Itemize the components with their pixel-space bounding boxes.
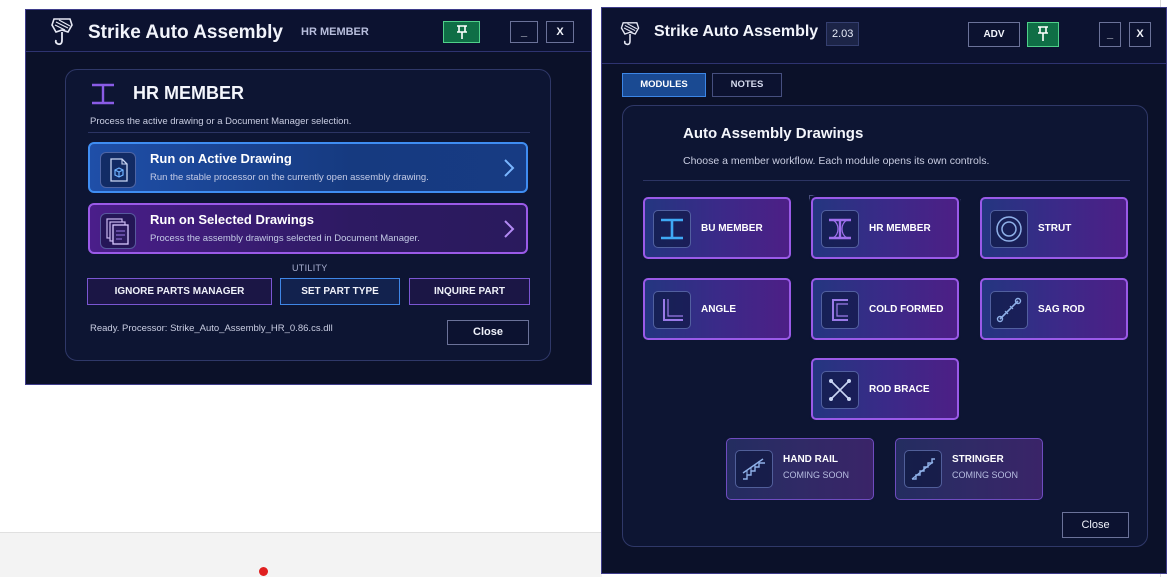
pin-button[interactable] <box>443 21 480 43</box>
icon-box <box>990 291 1028 329</box>
drawings-icon-box <box>100 213 136 249</box>
angle-icon <box>663 299 683 321</box>
modules-panel: Auto Assembly Drawings Choose a member w… <box>622 105 1148 547</box>
panel-description: Process the active drawing or a Document… <box>90 116 352 127</box>
coming-soon-label: COMING SOON <box>783 470 850 480</box>
module-bu-member[interactable]: BU MEMBER <box>643 197 791 259</box>
module-hr-member[interactable]: HR MEMBER <box>811 197 959 259</box>
pin-icon <box>456 25 467 39</box>
module-cold-formed[interactable]: COLD FORMED <box>811 278 959 340</box>
stair-rail-icon <box>742 458 765 480</box>
module-label: BU MEMBER <box>701 223 763 234</box>
channel-icon <box>832 299 848 321</box>
run-selected-title: Run on Selected Drawings <box>150 212 314 227</box>
tab-notes[interactable]: NOTES <box>712 73 782 97</box>
module-hand-rail[interactable]: HAND RAIL COMING SOON <box>726 438 874 500</box>
coming-soon-label: COMING SOON <box>952 470 1019 480</box>
hr-member-panel: HR MEMBER Process the active drawing or … <box>65 69 551 361</box>
run-active-drawing-button[interactable]: Run on Active Drawing Run the stable pro… <box>88 142 528 193</box>
section-divider <box>643 180 1130 181</box>
minimize-button[interactable]: _ <box>510 21 538 43</box>
icon-box <box>821 291 859 329</box>
document-cube-icon <box>110 158 128 182</box>
icon-box <box>821 371 859 409</box>
x-brace-icon <box>829 379 851 401</box>
section-description: Choose a member workflow. Each module op… <box>683 155 990 167</box>
utility-label: UTILITY <box>292 263 328 273</box>
close-button[interactable]: Close <box>1062 512 1129 538</box>
rod-icon <box>996 297 1022 323</box>
adv-button[interactable]: ADV <box>968 22 1020 47</box>
i-beam-icon <box>92 83 114 105</box>
stair-icon <box>911 458 935 480</box>
tab-modules[interactable]: MODULES <box>622 73 706 97</box>
run-active-title: Run on Active Drawing <box>150 151 292 166</box>
background-red-dot <box>259 567 268 576</box>
chevron-right-icon <box>504 159 515 177</box>
module-label: ANGLE <box>701 304 736 315</box>
panel-divider <box>88 132 530 133</box>
drawing-icon-box <box>100 152 136 188</box>
module-angle[interactable]: ANGLE <box>643 278 791 340</box>
icon-box <box>653 291 691 329</box>
chevron-right-icon <box>504 220 515 238</box>
run-selected-drawings-button[interactable]: Run on Selected Drawings Process the ass… <box>88 203 528 254</box>
run-active-subtitle: Run the stable processor on the currentl… <box>150 172 429 183</box>
close-window-button[interactable]: X <box>546 21 574 43</box>
pin-icon <box>1038 26 1048 41</box>
title-bar[interactable]: Strike Auto Assembly 2.03 ADV _ X <box>602 8 1166 64</box>
icon-box <box>904 450 942 488</box>
close-window-button[interactable]: X <box>1129 22 1151 47</box>
window-subtitle: HR MEMBER <box>301 26 369 38</box>
minimize-button[interactable]: _ <box>1099 22 1121 47</box>
set-part-type-button[interactable]: SET PART TYPE <box>280 278 400 305</box>
stacked-documents-icon <box>106 218 129 245</box>
run-selected-subtitle: Process the assembly drawings selected i… <box>150 233 420 244</box>
ignore-parts-manager-button[interactable]: IGNORE PARTS MANAGER <box>87 278 272 305</box>
module-stringer[interactable]: STRINGER COMING SOON <box>895 438 1043 500</box>
icon-box <box>821 210 859 248</box>
icon-box <box>653 210 691 248</box>
module-label: SAG ROD <box>1038 304 1085 315</box>
module-label: HR MEMBER <box>869 223 931 234</box>
inquire-part-button[interactable]: INQUIRE PART <box>409 278 530 305</box>
module-label: ROD BRACE <box>869 384 930 395</box>
module-label: STRUT <box>1038 223 1072 234</box>
window-title: Strike Auto Assembly <box>88 22 283 43</box>
circle-target-icon <box>996 216 1022 242</box>
i-beam-icon <box>661 218 683 240</box>
module-label: COLD FORMED <box>869 304 944 315</box>
i-beam-icon <box>829 218 851 240</box>
panel-heading: HR MEMBER <box>133 83 244 103</box>
module-label: STRINGER <box>952 454 1004 465</box>
section-title: Auto Assembly Drawings <box>683 125 864 142</box>
icon-box <box>990 210 1028 248</box>
module-label: HAND RAIL <box>783 454 838 465</box>
icon-box <box>735 450 773 488</box>
background-taskbar <box>0 532 602 577</box>
version-badge: 2.03 <box>826 22 860 46</box>
module-sag-rod[interactable]: SAG ROD <box>980 278 1128 340</box>
title-bar[interactable]: Strike Auto Assembly HR MEMBER _ X <box>26 10 591 52</box>
modules-window: Strike Auto Assembly 2.03 ADV _ X MODULE… <box>601 7 1167 574</box>
status-text: Ready. Processor: Strike_Auto_Assembly_H… <box>90 323 333 334</box>
module-strut[interactable]: STRUT <box>980 197 1128 259</box>
pin-button[interactable] <box>1027 22 1059 47</box>
strike-logo-icon <box>620 22 640 46</box>
window-title: Strike Auto Assembly <box>654 23 819 40</box>
close-button[interactable]: Close <box>447 320 529 345</box>
hr-member-window: Strike Auto Assembly HR MEMBER _ X HR ME… <box>25 9 592 385</box>
strike-logo-icon <box>51 18 73 46</box>
module-rod-brace[interactable]: ROD BRACE <box>811 358 959 420</box>
